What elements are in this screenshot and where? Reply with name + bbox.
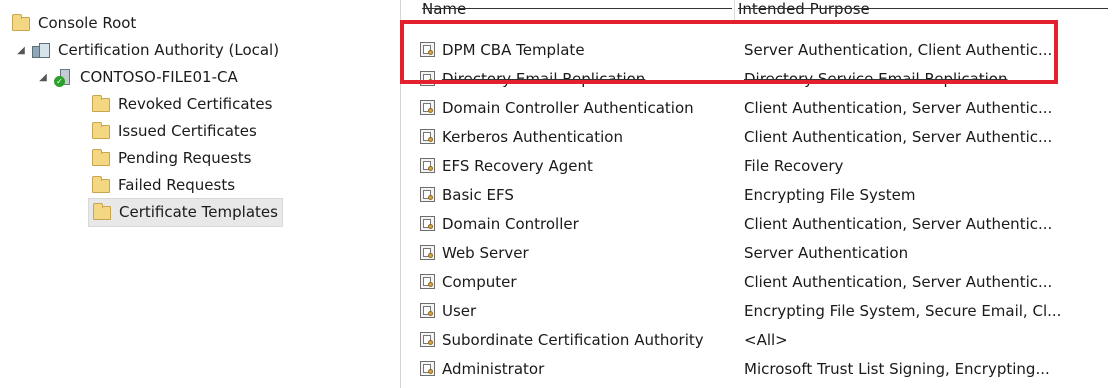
template-purpose: Client Authentication, Server Authentic.…: [744, 128, 1053, 146]
template-row[interactable]: Basic EFS Encrypting File System: [402, 182, 1112, 209]
template-purpose: Client Authentication, Server Authentic.…: [744, 99, 1053, 117]
tree-node-label: Failed Requests: [118, 176, 236, 194]
ca-server-icon: ✓: [54, 68, 72, 87]
tree-node-label: Console Root: [38, 14, 137, 32]
tree-node-revoked-certificates[interactable]: Revoked Certificates: [92, 91, 272, 118]
template-icon: [420, 42, 435, 57]
template-icon: [420, 216, 435, 231]
tree-node-label: Certification Authority (Local): [58, 41, 280, 59]
folder-icon: [92, 121, 110, 139]
template-purpose: File Recovery: [744, 157, 844, 175]
template-name-cell: Subordinate Certification Authority: [420, 327, 704, 354]
tree-node-issued-certificates[interactable]: Issued Certificates: [92, 118, 257, 145]
tree-node-label: CONTOSO-FILE01-CA: [80, 68, 238, 86]
template-name-cell: Domain Controller: [420, 211, 579, 238]
template-name-cell: EFS Recovery Agent: [420, 153, 593, 180]
template-name: Basic EFS: [442, 186, 514, 204]
template-name-cell: Kerberos Authentication: [420, 124, 623, 151]
template-name: User: [442, 302, 477, 320]
template-name-cell: Administrator: [420, 356, 544, 383]
column-header-intended-purpose[interactable]: Intended Purpose: [738, 0, 1108, 20]
column-resize-handle[interactable]: [734, 0, 735, 20]
expand-arrow-icon[interactable]: ◢: [36, 71, 50, 85]
template-icon: [420, 158, 435, 173]
template-icon: [420, 332, 435, 347]
template-purpose: Server Authentication, Client Authentic.…: [744, 41, 1053, 59]
template-name-cell: DPM CBA Template: [420, 37, 585, 64]
template-name-cell: Basic EFS: [420, 182, 514, 209]
column-header-label: Name: [422, 0, 467, 18]
template-name: Subordinate Certification Authority: [442, 331, 704, 349]
template-row[interactable]: Administrator Microsoft Trust List Signin…: [402, 356, 1112, 383]
template-name-cell: Directory Email Replication: [420, 66, 645, 93]
folder-icon: [92, 175, 110, 193]
template-name-cell: User: [420, 298, 476, 325]
template-purpose: Encrypting File System, Secure Email, Cl…: [744, 302, 1062, 320]
folder-icon: [92, 94, 110, 112]
template-icon: [420, 245, 435, 260]
template-icon: [420, 187, 435, 202]
template-icon: [420, 129, 435, 144]
template-icon: [420, 361, 435, 376]
template-name: DPM CBA Template: [442, 41, 585, 59]
tree-node-failed-requests[interactable]: Failed Requests: [92, 172, 235, 199]
tree-node-label: Pending Requests: [118, 149, 252, 167]
expand-arrow-icon[interactable]: ◢: [14, 44, 28, 58]
template-row[interactable]: Web Server Server Authentication: [402, 240, 1112, 267]
folder-icon: [93, 202, 111, 220]
template-list[interactable]: Name Intended Purpose DPM CBA Template Se…: [402, 0, 1112, 388]
template-purpose: Server Authentication: [744, 244, 909, 262]
template-row[interactable]: Kerberos Authentication Client Authentica…: [402, 124, 1112, 151]
template-name: Domain Controller: [442, 215, 579, 233]
template-row[interactable]: Directory Email Replication Directory Ser…: [402, 66, 1112, 93]
template-name: Web Server: [442, 244, 529, 262]
template-name-cell: Domain Controller Authentication: [420, 95, 694, 122]
template-row[interactable]: DPM CBA Template Server Authentication, C…: [402, 37, 1112, 64]
template-purpose: Client Authentication, Server Authentic.…: [744, 273, 1053, 291]
column-header-label: Intended Purpose: [738, 0, 870, 18]
template-name: Administrator: [442, 360, 545, 378]
folder-icon: [12, 13, 30, 31]
template-purpose: <All>: [744, 331, 788, 349]
template-name: Kerberos Authentication: [442, 128, 623, 146]
folder-icon: [92, 148, 110, 166]
template-row[interactable]: EFS Recovery Agent File Recovery: [402, 153, 1112, 180]
tree-node-certificate-templates[interactable]: Certificate Templates: [88, 198, 283, 227]
template-name: EFS Recovery Agent: [442, 157, 593, 175]
tree-node-label: Certificate Templates: [119, 203, 278, 221]
template-name-cell: Computer: [420, 269, 517, 296]
template-purpose: Encrypting File System: [744, 186, 916, 204]
template-icon: [420, 303, 435, 318]
template-name: Computer: [442, 273, 517, 291]
template-name-cell: Web Server: [420, 240, 529, 267]
template-name: Domain Controller Authentication: [442, 99, 694, 117]
template-row[interactable]: User Encrypting File System, Secure Email…: [402, 298, 1112, 325]
template-purpose: Client Authentication, Server Authentic.…: [744, 215, 1053, 233]
template-icon: [420, 274, 435, 289]
certificate-authority-icon: [32, 42, 50, 59]
template-icon: [420, 71, 435, 86]
template-row[interactable]: Domain Controller Authentication Client A…: [402, 95, 1112, 122]
tree-node-label: Issued Certificates: [118, 122, 257, 140]
template-icon: [420, 100, 435, 115]
template-purpose: Microsoft Trust List Signing, Encrypting…: [744, 360, 1050, 378]
column-header-name[interactable]: Name: [422, 0, 732, 20]
template-purpose: Directory Service Email Replication: [744, 70, 1008, 88]
tree-node-ca-server[interactable]: ◢ ✓ CONTOSO-FILE01-CA: [36, 64, 238, 91]
tree-node-certification-authority[interactable]: ◢ Certification Authority (Local): [14, 37, 279, 64]
tree-node-pending-requests[interactable]: Pending Requests: [92, 145, 251, 172]
tree-node-console-root[interactable]: Console Root: [12, 10, 136, 37]
tree-node-label: Revoked Certificates: [118, 95, 273, 113]
template-row[interactable]: Computer Client Authentication, Server Au…: [402, 269, 1112, 296]
template-name: Directory Email Replication: [442, 70, 646, 88]
template-row[interactable]: Domain Controller Client Authentication, …: [402, 211, 1112, 238]
template-row[interactable]: Subordinate Certification Authority <All>: [402, 327, 1112, 354]
console-tree[interactable]: Console Root ◢ Certification Authority (…: [0, 0, 401, 388]
